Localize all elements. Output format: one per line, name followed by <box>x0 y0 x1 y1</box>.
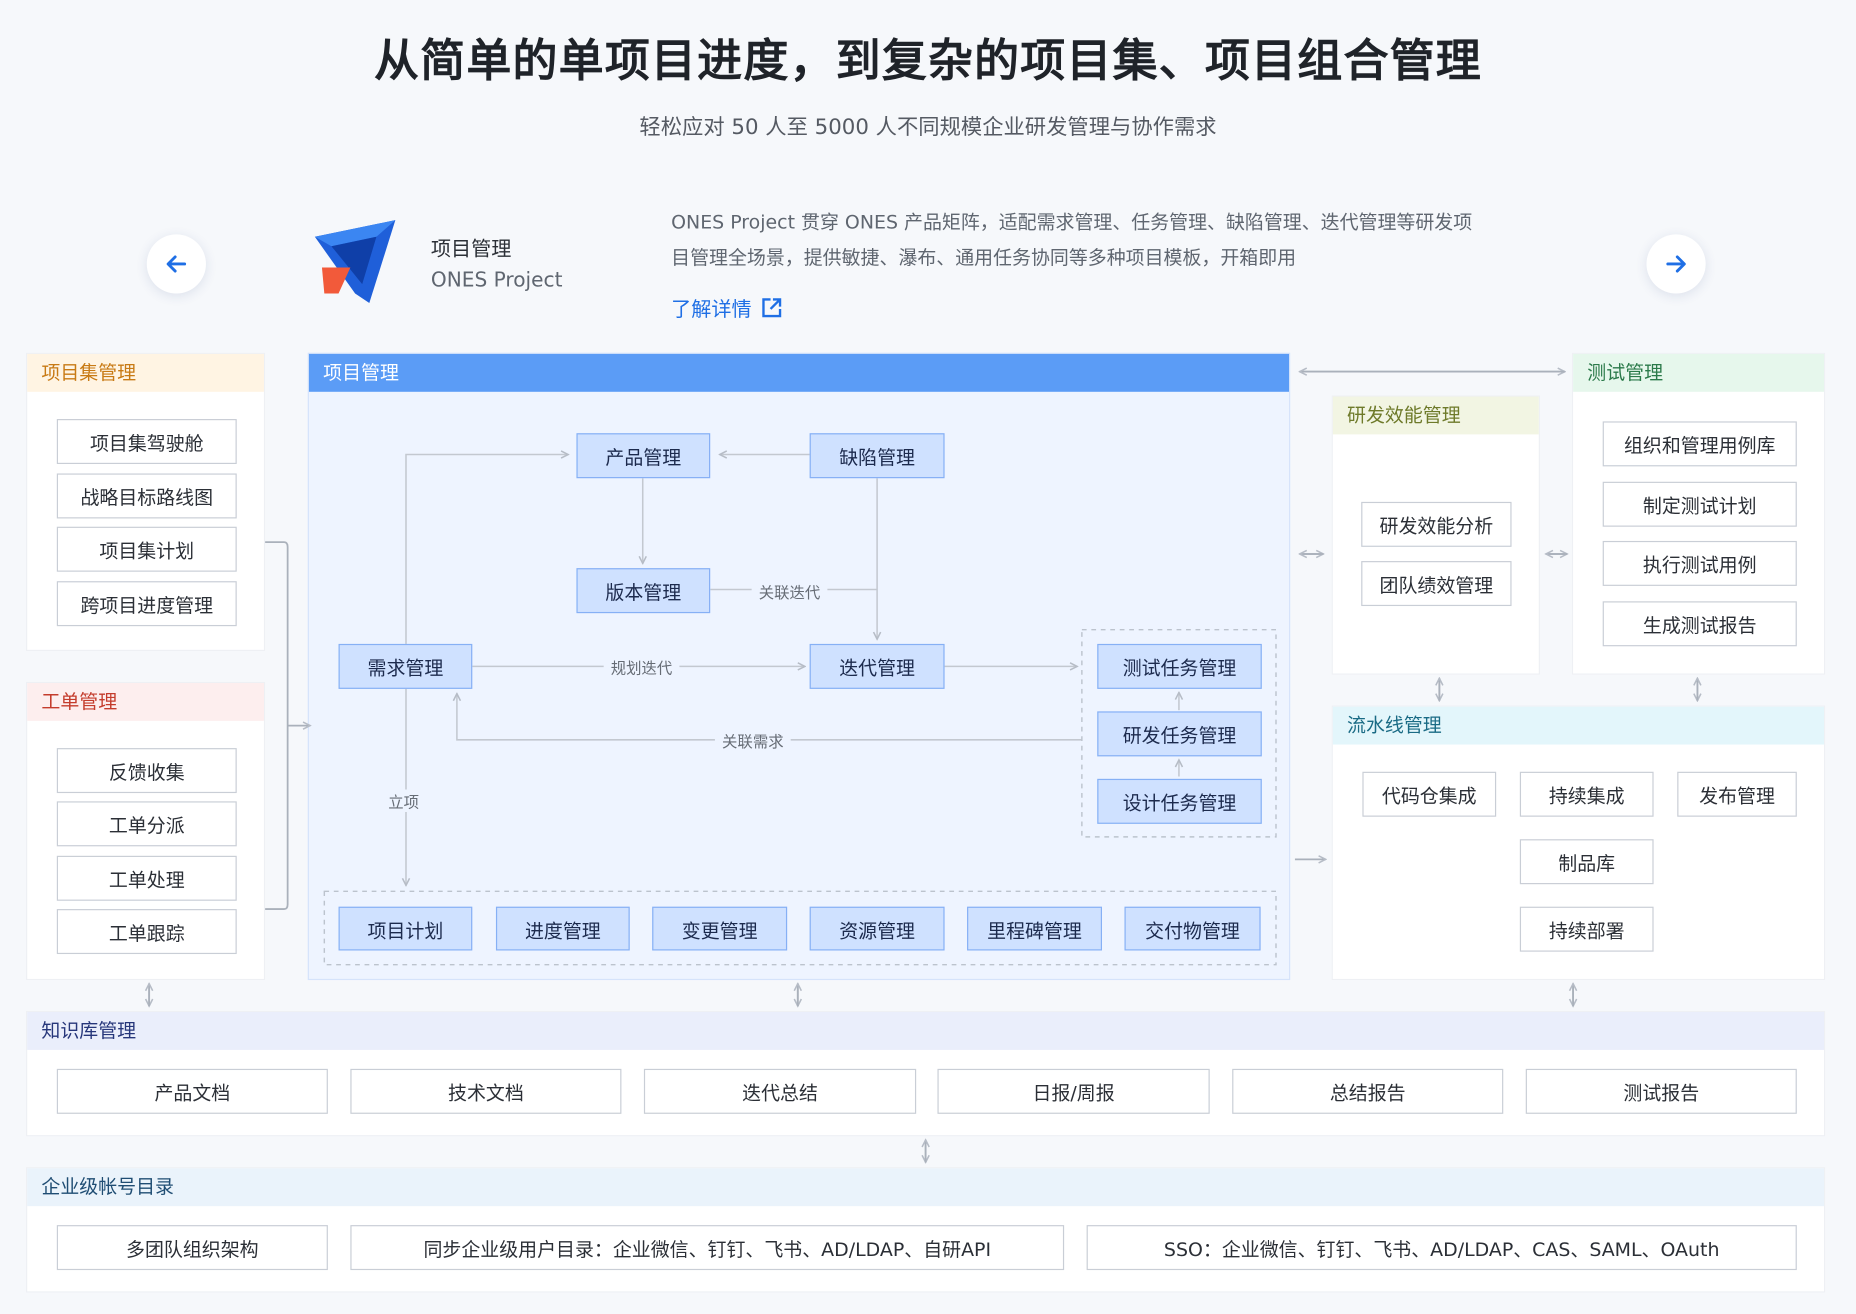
testing-item[interactable]: 生成测试报告 <box>1602 601 1797 647</box>
efficiency-item[interactable]: 团队绩效管理 <box>1361 561 1512 607</box>
defect-mgmt-node[interactable]: 缺陷管理 <box>809 433 945 479</box>
directory-item[interactable]: 多团队组织架构 <box>56 1225 328 1271</box>
deliverable-mgmt-node[interactable]: 交付物管理 <box>1124 906 1261 951</box>
directory-panel-title: 企业级帐号目录 <box>27 1168 1825 1207</box>
knowledge-panel-title: 知识库管理 <box>27 1012 1825 1050</box>
test-task-node[interactable]: 测试任务管理 <box>1097 643 1262 689</box>
plan-iteration-label: 规划迭代 <box>603 655 680 679</box>
knowledge-item[interactable]: 日报/周报 <box>937 1068 1210 1114</box>
version-mgmt-node[interactable]: 版本管理 <box>576 568 711 614</box>
directory-panel: 企业级帐号目录 多团队组织架构 同步企业级用户目录：企业微信、钉钉、飞书、AD/… <box>26 1167 1826 1293</box>
dev-task-node[interactable]: 研发任务管理 <box>1097 711 1262 757</box>
design-task-node[interactable]: 设计任务管理 <box>1097 778 1262 824</box>
resource-mgmt-node[interactable]: 资源管理 <box>809 906 945 951</box>
pipeline-item[interactable]: 制品库 <box>1519 839 1654 885</box>
progress-mgmt-node[interactable]: 进度管理 <box>495 906 630 951</box>
efficiency-item[interactable]: 研发效能分析 <box>1361 501 1512 547</box>
directory-item[interactable]: SSO：企业微信、钉钉、飞书、AD/LDAP、CAS、SAML、OAuth <box>1086 1225 1797 1271</box>
requirement-mgmt-node[interactable]: 需求管理 <box>338 643 473 689</box>
pipeline-panel-title: 流水线管理 <box>1332 706 1825 745</box>
pipeline-panel: 流水线管理 代码仓集成 持续集成 发布管理 制品库 持续部署 <box>1331 705 1826 981</box>
knowledge-item[interactable]: 迭代总结 <box>643 1068 917 1114</box>
change-mgmt-node[interactable]: 变更管理 <box>652 906 788 951</box>
product-mgmt-node[interactable]: 产品管理 <box>576 433 711 479</box>
pipeline-item[interactable]: 持续集成 <box>1519 771 1654 817</box>
pipeline-item[interactable]: 代码仓集成 <box>1362 771 1497 817</box>
knowledge-panel: 知识库管理 产品文档 技术文档 迭代总结 日报/周报 总结报告 测试报告 <box>26 1010 1826 1137</box>
directory-item[interactable]: 同步企业级用户目录：企业微信、钉钉、飞书、AD/LDAP、自研API <box>350 1225 1065 1271</box>
testing-item[interactable]: 组织和管理用例库 <box>1602 421 1797 467</box>
pipeline-item[interactable]: 持续部署 <box>1519 906 1654 952</box>
link-requirement-label: 关联需求 <box>714 729 791 752</box>
efficiency-panel-title: 研发效能管理 <box>1332 396 1539 435</box>
knowledge-item[interactable]: 技术文档 <box>350 1068 622 1114</box>
milestone-mgmt-node[interactable]: 里程碑管理 <box>967 906 1102 951</box>
link-iteration-label: 关联迭代 <box>751 579 828 603</box>
testing-panel-title: 测试管理 <box>1573 353 1825 392</box>
project-plan-node[interactable]: 项目计划 <box>338 906 473 951</box>
initiate-label: 立项 <box>381 789 427 812</box>
efficiency-panel: 研发效能管理 研发效能分析 团队绩效管理 <box>1331 395 1540 675</box>
knowledge-item[interactable]: 测试报告 <box>1525 1068 1797 1114</box>
iteration-mgmt-node[interactable]: 迭代管理 <box>809 643 945 689</box>
pipeline-item[interactable]: 发布管理 <box>1677 771 1797 817</box>
testing-panel: 测试管理 组织和管理用例库 制定测试计划 执行测试用例 生成测试报告 <box>1571 352 1826 675</box>
testing-item[interactable]: 执行测试用例 <box>1602 540 1797 586</box>
knowledge-item[interactable]: 总结报告 <box>1232 1068 1504 1114</box>
testing-item[interactable]: 制定测试计划 <box>1602 481 1797 527</box>
knowledge-item[interactable]: 产品文档 <box>56 1068 328 1114</box>
